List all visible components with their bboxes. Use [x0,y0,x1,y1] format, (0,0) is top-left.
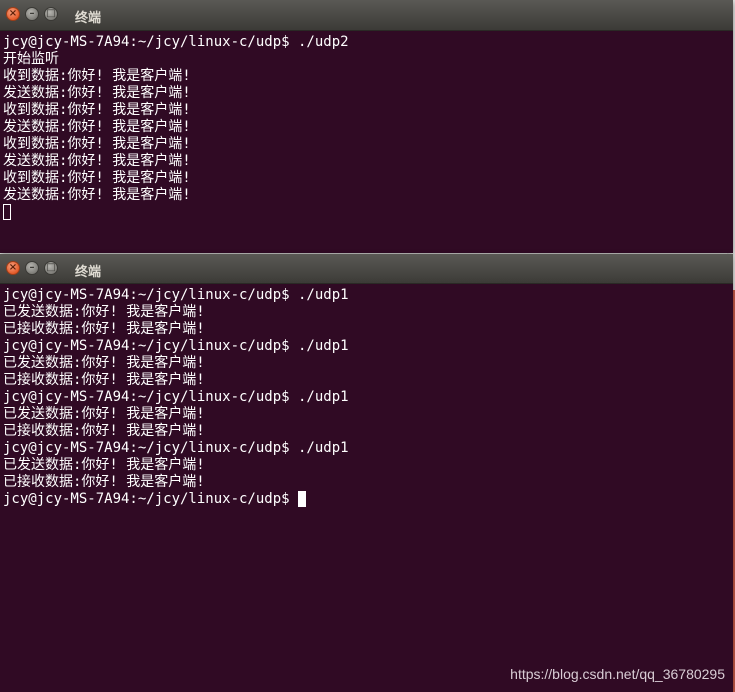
maximize-icon[interactable]: □ [44,261,58,275]
terminal-line: 已发送数据:你好! 我是客户端! [3,304,205,320]
terminal-line: jcy@jcy-MS-7A94:~/jcy/linux-c/udp$ ./udp… [3,287,349,303]
terminal-line: 已发送数据:你好! 我是客户端! [3,355,205,371]
terminal-window-client[interactable]: × – □ 终端 jcy@jcy-MS-7A94:~/jcy/linux-c/u… [0,254,733,692]
maximize-icon[interactable]: □ [44,7,58,21]
close-icon[interactable]: × [6,7,20,21]
terminal-line: 开始监听 [3,51,59,67]
terminal-line: 已接收数据:你好! 我是客户端! [3,372,205,388]
terminal-line: 收到数据:你好! 我是客户端! [3,170,191,186]
shell-prompt: jcy@jcy-MS-7A94:~/jcy/linux-c/udp$ [3,491,299,507]
terminal-line: jcy@jcy-MS-7A94:~/jcy/linux-c/udp$ ./udp… [3,34,349,50]
terminal-line: 已接收数据:你好! 我是客户端! [3,423,205,439]
terminal-line: jcy@jcy-MS-7A94:~/jcy/linux-c/udp$ ./udp… [3,440,349,456]
terminal-line: 收到数据:你好! 我是客户端! [3,136,191,152]
cursor-line [3,204,733,221]
terminal-line: jcy@jcy-MS-7A94:~/jcy/linux-c/udp$ ./udp… [3,338,349,354]
terminal-output[interactable]: jcy@jcy-MS-7A94:~/jcy/linux-c/udp$ ./udp… [0,31,733,253]
minimize-icon[interactable]: – [25,7,39,21]
terminal-line: 发送数据:你好! 我是客户端! [3,187,191,203]
terminal-line: 收到数据:你好! 我是客户端! [3,102,191,118]
minimize-icon[interactable]: – [25,261,39,275]
terminal-window-server[interactable]: × – □ 终端 jcy@jcy-MS-7A94:~/jcy/linux-c/u… [0,0,733,253]
title-bar[interactable]: × – □ 终端 [0,254,733,284]
terminal-line: 已发送数据:你好! 我是客户端! [3,457,205,473]
terminal-line: 发送数据:你好! 我是客户端! [3,119,191,135]
prompt-line[interactable]: jcy@jcy-MS-7A94:~/jcy/linux-c/udp$ [3,491,733,508]
window-controls: × – □ [6,7,63,21]
text-cursor [3,204,11,220]
terminal-output[interactable]: jcy@jcy-MS-7A94:~/jcy/linux-c/udp$ ./udp… [0,284,733,692]
terminal-line: 发送数据:你好! 我是客户端! [3,153,191,169]
terminal-line: 已发送数据:你好! 我是客户端! [3,406,205,422]
desktop: × – □ 终端 jcy@jcy-MS-7A94:~/jcy/linux-c/u… [0,0,735,692]
title-bar[interactable]: × – □ 终端 [0,0,733,31]
terminal-line: 发送数据:你好! 我是客户端! [3,85,191,101]
close-icon[interactable]: × [6,261,20,275]
window-controls: × – □ [6,261,63,275]
window-title: 终端 [75,265,102,280]
terminal-line: 已接收数据:你好! 我是客户端! [3,474,205,490]
terminal-line: 收到数据:你好! 我是客户端! [3,68,191,84]
window-title: 终端 [75,11,102,26]
terminal-line: 已接收数据:你好! 我是客户端! [3,321,205,337]
text-cursor [298,491,307,507]
terminal-line: jcy@jcy-MS-7A94:~/jcy/linux-c/udp$ ./udp… [3,389,349,405]
watermark: https://blog.csdn.net/qq_36780295 [510,666,725,682]
